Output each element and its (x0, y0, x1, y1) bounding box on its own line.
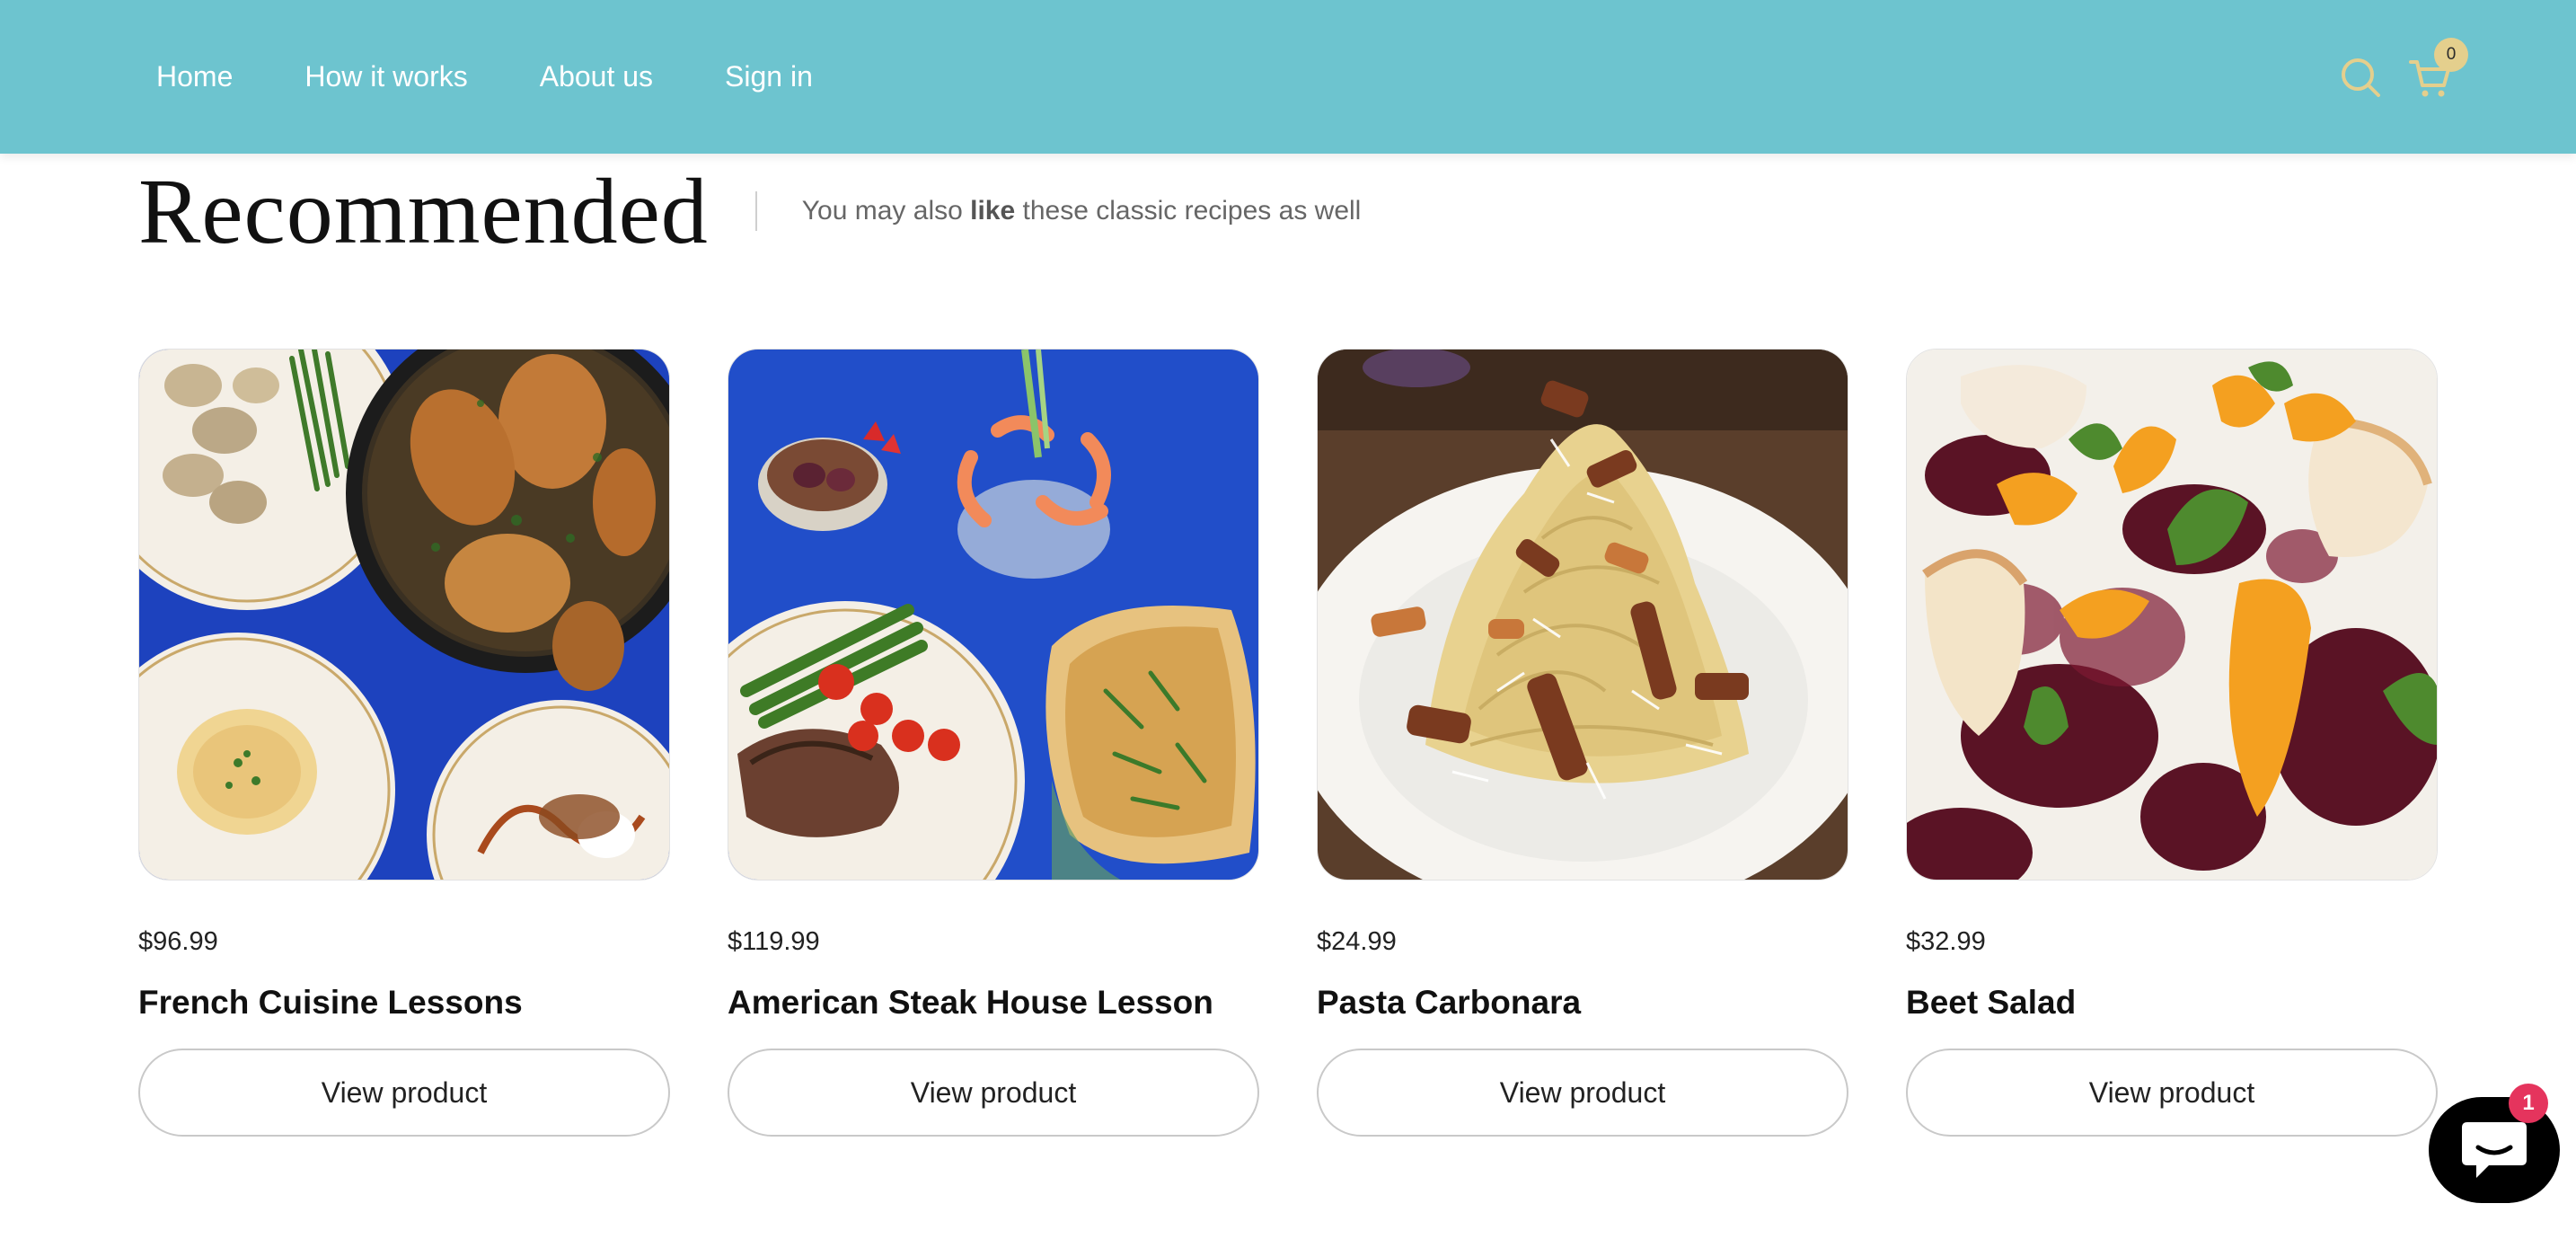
view-product-button[interactable]: View product (1906, 1049, 2438, 1137)
product-card: $96.99 French Cuisine Lessons View produ… (138, 349, 670, 1137)
product-image-link[interactable] (138, 349, 670, 881)
product-image (139, 350, 669, 880)
product-price: $96.99 (138, 927, 218, 956)
cart-count-badge: 0 (2434, 37, 2468, 72)
heading-divider (754, 191, 757, 231)
product-image (728, 350, 1258, 880)
product-image-link[interactable] (1317, 349, 1848, 881)
search-button[interactable] (2333, 50, 2387, 104)
subtitle-text-start: You may also (801, 196, 971, 226)
product-title[interactable]: French Cuisine Lessons (138, 984, 670, 1022)
subtitle-text-end: these classic recipes as well (1015, 196, 1362, 226)
product-card: $24.99 Pasta Carbonara View product (1317, 349, 1848, 1137)
product-title[interactable]: Pasta Carbonara (1317, 984, 1848, 1022)
main-nav: Home How it works About us Sign in (156, 0, 885, 154)
product-price: $119.99 (728, 927, 820, 956)
section-title: Recommended (138, 159, 709, 263)
section-subtitle: You may also like these classic recipes … (802, 196, 1362, 226)
section-heading: Recommended You may also like these clas… (138, 158, 1361, 264)
header-icons: 0 (2317, 0, 2468, 154)
chat-icon (2462, 1122, 2527, 1178)
product-image-link[interactable] (1906, 349, 2438, 881)
nav-about-us[interactable]: About us (540, 60, 653, 93)
product-card: $119.99 American Steak House Lesson View… (728, 349, 1259, 1137)
view-product-button[interactable]: View product (728, 1049, 1259, 1137)
subtitle-emphasis: like (970, 196, 1016, 226)
product-price: $24.99 (1317, 927, 1397, 956)
product-image-link[interactable] (728, 349, 1259, 881)
product-card: $32.99 Beet Salad View product (1906, 349, 2438, 1137)
product-image (1907, 350, 2437, 880)
site-header: Home How it works About us Sign in 0 (0, 0, 2576, 154)
product-grid: $96.99 French Cuisine Lessons View produ… (138, 349, 2438, 1137)
view-product-button[interactable]: View product (1317, 1049, 1848, 1137)
product-title[interactable]: American Steak House Lesson (728, 984, 1259, 1022)
product-price: $32.99 (1906, 927, 1986, 956)
chat-notification-badge: 1 (2509, 1084, 2548, 1123)
product-image (1318, 350, 1848, 880)
product-title[interactable]: Beet Salad (1906, 984, 2438, 1022)
nav-home[interactable]: Home (156, 60, 233, 93)
cart-button[interactable]: 0 (2404, 37, 2468, 104)
view-product-button[interactable]: View product (138, 1049, 670, 1137)
search-icon (2342, 58, 2380, 97)
nav-how-it-works[interactable]: How it works (304, 60, 467, 93)
nav-sign-in[interactable]: Sign in (725, 60, 813, 93)
